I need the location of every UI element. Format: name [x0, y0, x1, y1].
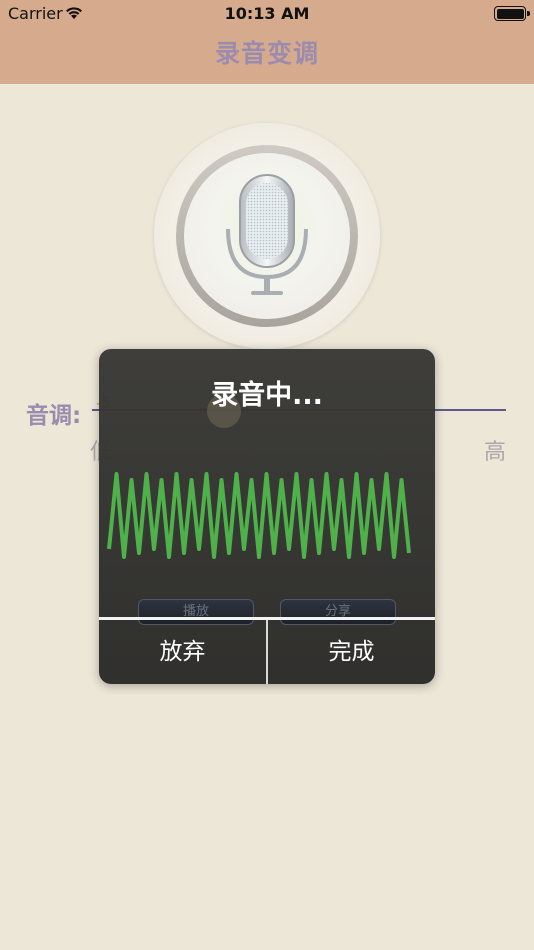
audio-waveform — [107, 472, 411, 559]
clock: 10:13 AM — [224, 4, 310, 23]
navigation-bar: Carrier 10:13 AM 录音变调 — [0, 0, 534, 84]
record-button-face — [184, 153, 350, 319]
done-button[interactable]: 完成 — [268, 620, 435, 684]
status-bar: Carrier 10:13 AM — [0, 0, 534, 28]
high-label: 高 — [484, 440, 507, 465]
dialog-title: 录音中... — [211, 380, 323, 411]
battery-icon — [494, 6, 530, 21]
record-button-ring — [176, 145, 358, 327]
page-title: 录音变调 — [214, 39, 319, 68]
pitch-label: 音调: — [26, 403, 82, 429]
recording-dialog: 播放 分享 录音中... 放弃 完成 — [99, 349, 435, 684]
microphone-icon — [226, 174, 308, 295]
abandon-button[interactable]: 放弃 — [99, 620, 266, 684]
record-button[interactable] — [154, 123, 380, 349]
